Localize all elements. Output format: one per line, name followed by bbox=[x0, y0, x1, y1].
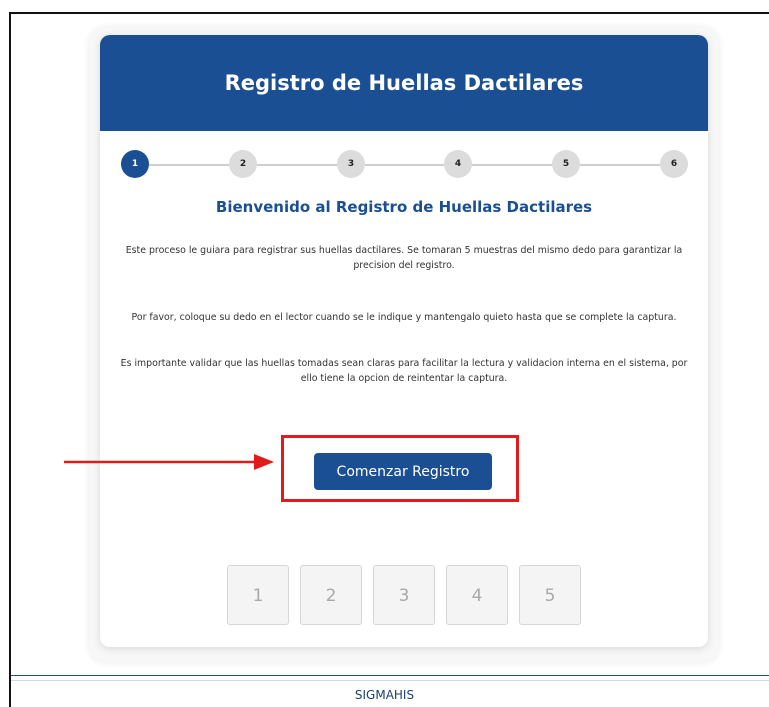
instruction-paragraph: Por favor, coloque su dedo en el lector … bbox=[131, 312, 677, 323]
step-6: 6 bbox=[660, 150, 688, 178]
step-1: 1 bbox=[121, 150, 149, 178]
sample-slot-3: 3 bbox=[373, 565, 435, 625]
stepper-line bbox=[135, 164, 675, 166]
sample-slot-4: 4 bbox=[446, 565, 508, 625]
sample-slot-1: 1 bbox=[227, 565, 289, 625]
right-arrow-icon bbox=[64, 454, 274, 470]
footer-brand: SIGMAHIS bbox=[354, 688, 415, 702]
step-2: 2 bbox=[229, 150, 257, 178]
card-header: Registro de Huellas Dactilares bbox=[100, 35, 708, 131]
start-registration-button[interactable]: Comenzar Registro bbox=[314, 453, 492, 490]
sample-slot-5: 5 bbox=[519, 565, 581, 625]
registration-card: Registro de Huellas Dactilares 1 2 3 4 5… bbox=[100, 35, 708, 647]
step-5: 5 bbox=[552, 150, 580, 178]
stepper: 1 2 3 4 5 6 bbox=[100, 137, 708, 191]
step-3: 3 bbox=[337, 150, 365, 178]
welcome-title: Bienvenido al Registro de Huellas Dactil… bbox=[215, 198, 593, 216]
validation-paragraph: Es importante validar que las huellas to… bbox=[120, 358, 688, 384]
footer-divider bbox=[11, 675, 769, 681]
sample-slot-2: 2 bbox=[300, 565, 362, 625]
intro-paragraph: Este proceso le guiara para registrar su… bbox=[125, 245, 683, 271]
step-4: 4 bbox=[444, 150, 472, 178]
